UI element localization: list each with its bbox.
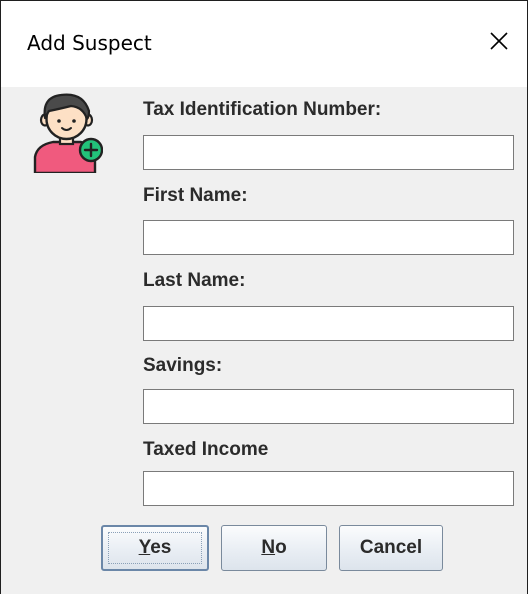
no-mnemonic: N xyxy=(261,537,276,558)
cancel-button[interactable]: Cancel xyxy=(339,525,443,571)
yes-button[interactable]: Yes xyxy=(101,525,209,571)
title-bar: Add Suspect xyxy=(1,1,527,87)
no-label-rest: o xyxy=(275,537,287,558)
cancel-label: Cancel xyxy=(359,537,423,558)
last-name-field[interactable] xyxy=(143,306,514,341)
dialog-title: Add Suspect xyxy=(27,31,152,55)
first-name-label: First Name: xyxy=(143,185,248,206)
close-icon xyxy=(490,32,508,50)
no-button[interactable]: No xyxy=(221,525,327,571)
avatar-eye-right xyxy=(72,119,76,123)
avatar-eye-left xyxy=(57,119,61,123)
tax-id-field[interactable] xyxy=(143,135,514,170)
first-name-field[interactable] xyxy=(143,220,514,255)
savings-field[interactable] xyxy=(143,389,514,424)
tax-id-label: Tax Identification Number: xyxy=(143,99,382,120)
focus-ring xyxy=(108,532,202,564)
add-suspect-dialog: Add Suspect Tax Identification Number: F… xyxy=(0,0,528,594)
last-name-label: Last Name: xyxy=(143,270,246,291)
add-user-icon xyxy=(33,93,103,173)
savings-label: Savings: xyxy=(143,355,223,376)
taxed-income-field[interactable] xyxy=(143,471,514,506)
close-button[interactable] xyxy=(477,19,521,63)
taxed-income-label: Taxed Income xyxy=(143,439,269,460)
